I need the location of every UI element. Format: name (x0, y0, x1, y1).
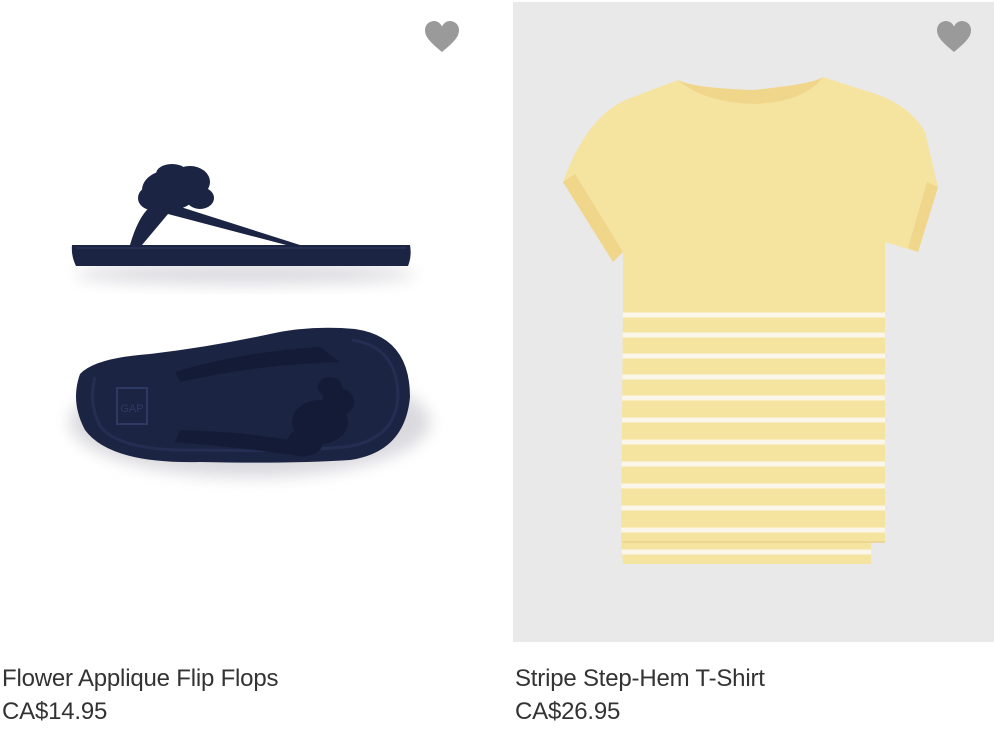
favorite-button[interactable] (934, 18, 974, 56)
product-name-link[interactable]: Flower Applique Flip Flops (2, 663, 278, 695)
product-price: CA$26.95 (515, 698, 621, 725)
flip-flops-image: GAP (70, 164, 430, 477)
favorite-button[interactable] (422, 18, 462, 56)
t-shirt-image (563, 77, 938, 564)
heart-icon (937, 21, 971, 52)
product-image-link[interactable] (513, 2, 994, 642)
product-card[interactable]: GAP Flower Applique Flip Flops CA$14.95 (0, 0, 482, 752)
product-name-link[interactable]: Stripe Step-Hem T-Shirt (515, 663, 765, 695)
product-price: CA$14.95 (2, 698, 108, 725)
svg-text:GAP: GAP (120, 403, 143, 415)
heart-icon (425, 21, 459, 52)
product-card[interactable]: Stripe Step-Hem T-Shirt CA$26.95 (513, 0, 994, 752)
product-image-link[interactable]: GAP (0, 2, 482, 642)
